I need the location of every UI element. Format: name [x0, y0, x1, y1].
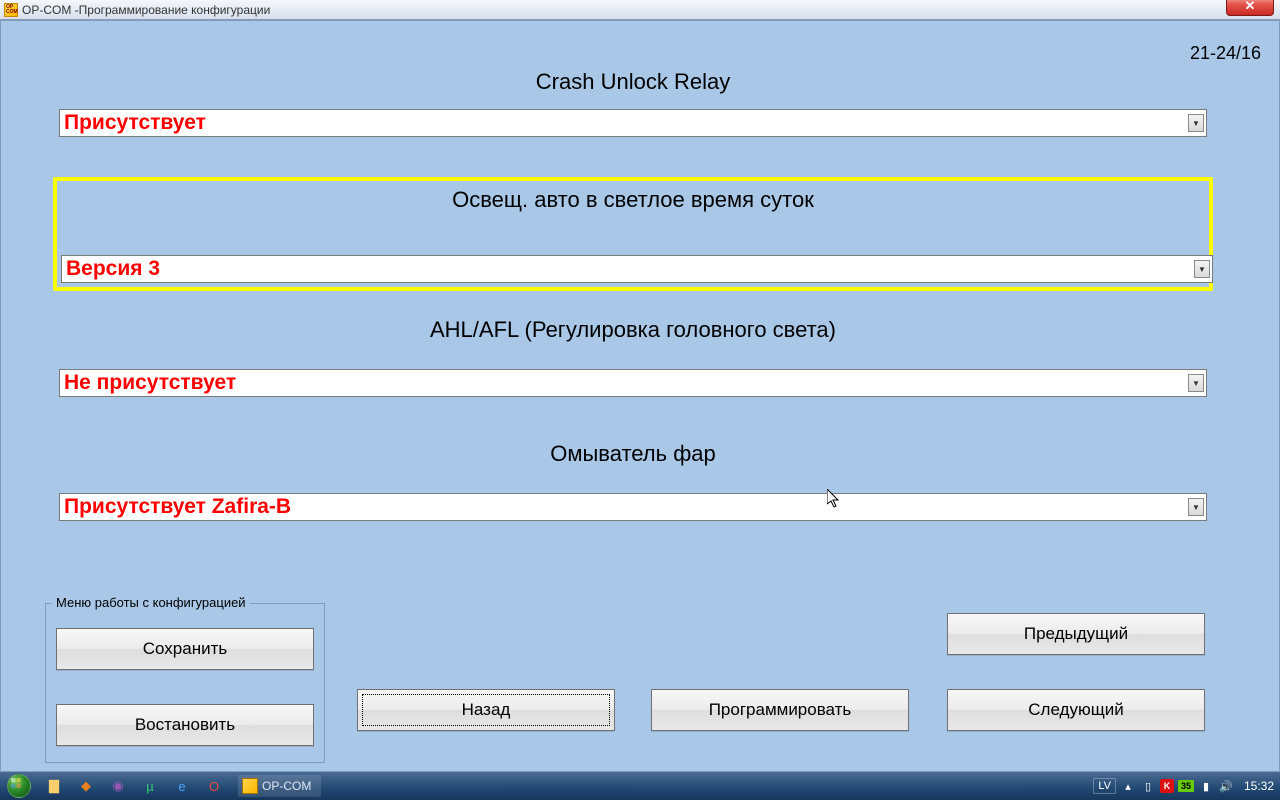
param-label: Освещ. авто в светлое время суток [57, 187, 1209, 213]
button-label: Сохранить [143, 639, 227, 659]
param-combo-crash-unlock[interactable]: Присутствует ▼ [59, 109, 1207, 137]
param-combo-ahl-afl[interactable]: Не присутствует ▼ [59, 369, 1207, 397]
param-row-ahl-afl: AHL/AFL (Регулировка головного света) Не… [59, 317, 1207, 397]
close-icon: ✕ [1245, 0, 1256, 14]
chevron-down-icon: ▼ [1188, 114, 1204, 132]
window-titlebar: OPCOM OP-COM -Программирование конфигура… [0, 0, 1280, 20]
taskbar-pin-app-1[interactable]: ◆ [71, 775, 101, 797]
taskbar-task-opcom[interactable]: OP-COM [238, 775, 321, 797]
param-label: AHL/AFL (Регулировка головного света) [59, 317, 1207, 343]
chevron-up-icon: ▴ [1125, 780, 1131, 793]
chevron-down-icon: ▼ [1188, 374, 1204, 392]
combo-value: Не присутствует [60, 371, 1188, 395]
chevron-down-icon: ▼ [1194, 260, 1210, 278]
window-close-button[interactable]: ✕ [1226, 0, 1274, 16]
button-label: Востановить [135, 715, 235, 735]
utorrent-icon: µ [146, 779, 154, 794]
app-icon: OPCOM [4, 3, 18, 17]
taskbar-pin-app-2[interactable]: ◉ [103, 775, 133, 797]
client-area: 21-24/16 Crash Unlock Relay Присутствует… [0, 20, 1280, 772]
fieldset-legend: Меню работы с конфигурацией [52, 595, 250, 610]
taskbar-pin-opera[interactable]: O [199, 775, 229, 797]
taskbar-pin-utorrent[interactable]: µ [135, 775, 165, 797]
button-label: Предыдущий [1024, 624, 1128, 644]
previous-button[interactable]: Предыдущий [947, 613, 1205, 655]
param-label: Crash Unlock Relay [59, 69, 1207, 95]
restore-button[interactable]: Востановить [56, 704, 314, 746]
button-label: Программировать [709, 700, 852, 720]
save-button[interactable]: Сохранить [56, 628, 314, 670]
param-label: Омыватель фар [59, 441, 1207, 467]
back-button[interactable]: Назад [357, 689, 615, 731]
clock-text: 15:32 [1244, 779, 1274, 793]
param-combo-headlight-washer[interactable]: Присутствует Zafira-B ▼ [59, 493, 1207, 521]
taskbar-pin-ie[interactable]: e [167, 775, 197, 797]
page-counter: 21-24/16 [1190, 43, 1261, 64]
param-row-headlight-washer: Омыватель фар Присутствует Zafira-B ▼ [59, 441, 1207, 521]
program-button[interactable]: Программировать [651, 689, 909, 731]
app-icon: ◉ [112, 778, 123, 794]
tray-show-hidden[interactable]: ▴ [1120, 778, 1136, 794]
folder-icon: ▇ [49, 778, 59, 794]
windows-logo-icon [7, 774, 31, 798]
opera-icon: O [209, 779, 219, 794]
taskbar-pin-explorer[interactable]: ▇ [39, 775, 69, 797]
tray-kaspersky[interactable]: K [1160, 779, 1174, 793]
combo-value: Присутствует Zafira-B [60, 495, 1188, 519]
param-row-daytime-lights-highlight: Освещ. авто в светлое время суток Версия… [53, 177, 1213, 291]
combo-value: Присутствует [60, 111, 1188, 135]
button-label: Следующий [1028, 700, 1123, 720]
param-row-crash-unlock: Crash Unlock Relay Присутствует ▼ [59, 69, 1207, 137]
tray-badge[interactable]: 35 [1178, 780, 1194, 792]
tray-clock[interactable]: 15:32 [1244, 779, 1274, 793]
param-combo-daytime-lights[interactable]: Версия 3 ▼ [61, 255, 1213, 283]
system-tray: LV ▴ ▯ K 35 ▮ 🔊 15:32 [1093, 778, 1280, 794]
badge-text: 35 [1181, 781, 1191, 791]
app-icon: ◆ [81, 778, 91, 794]
k-icon: K [1164, 781, 1171, 791]
combo-value: Версия 3 [62, 257, 1194, 281]
ie-icon: e [178, 779, 185, 794]
language-indicator[interactable]: LV [1093, 778, 1116, 794]
app-icon [242, 778, 258, 794]
tray-volume[interactable]: 🔊 [1218, 778, 1234, 794]
tray-network[interactable]: ▮ [1198, 778, 1214, 794]
tray-battery[interactable]: ▯ [1140, 778, 1156, 794]
config-menu-fieldset: Меню работы с конфигурацией Сохранить Во… [45, 603, 325, 763]
battery-icon: ▯ [1145, 780, 1151, 793]
start-button[interactable] [0, 772, 38, 800]
lang-text: LV [1098, 780, 1111, 792]
window-title: OP-COM -Программирование конфигурации [22, 3, 270, 17]
chevron-down-icon: ▼ [1188, 498, 1204, 516]
next-button[interactable]: Следующий [947, 689, 1205, 731]
speaker-icon: 🔊 [1219, 780, 1233, 793]
signal-icon: ▮ [1203, 780, 1209, 793]
taskbar: ▇ ◆ ◉ µ e O OP-COM LV ▴ ▯ K 35 ▮ 🔊 15:32 [0, 772, 1280, 800]
task-label: OP-COM [262, 779, 311, 793]
button-label: Назад [462, 700, 511, 720]
